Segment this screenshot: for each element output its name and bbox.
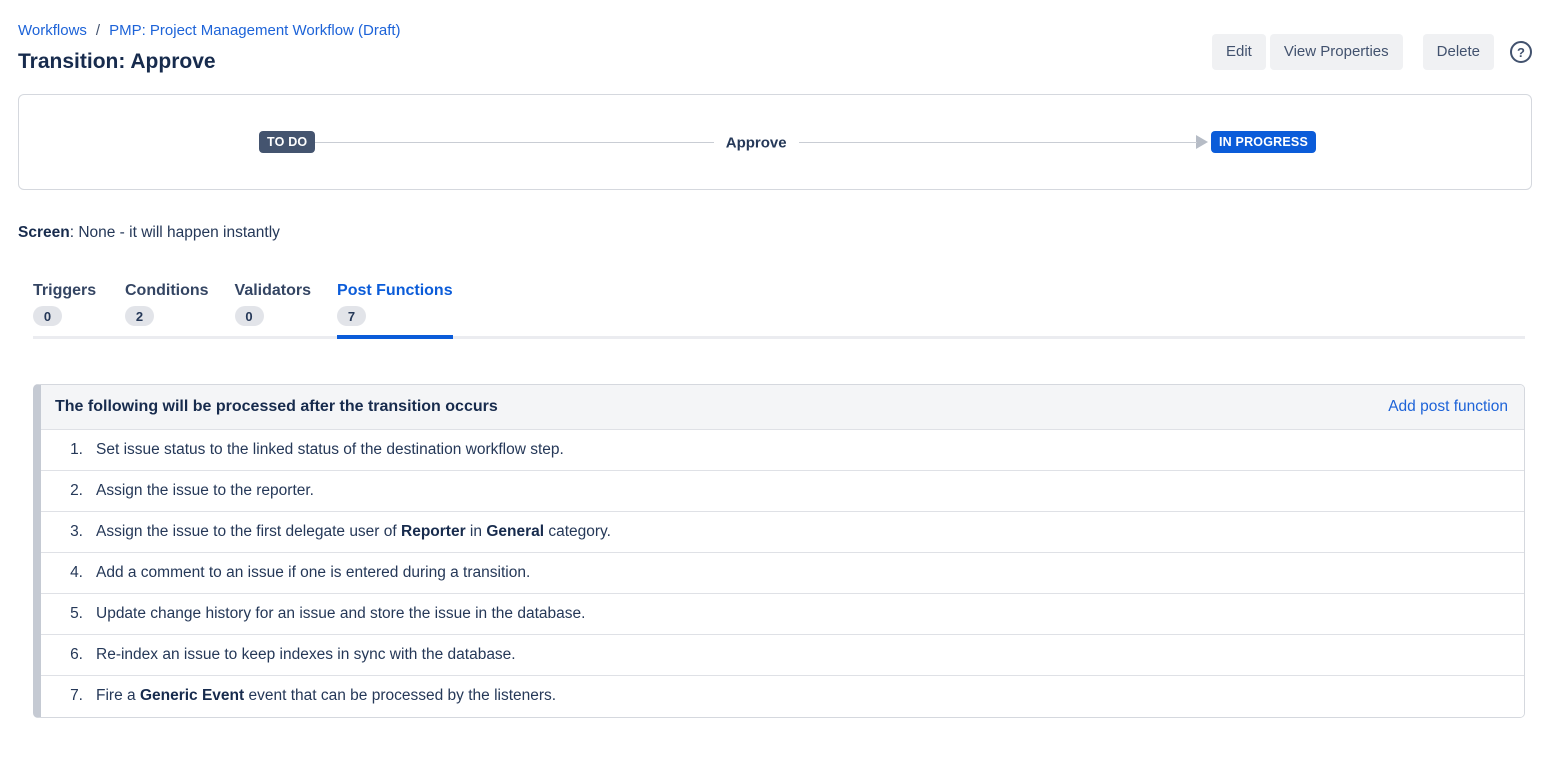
help-icon[interactable]: ?: [1510, 41, 1532, 63]
post-function-number: 2.: [55, 482, 83, 500]
page-title: Transition: Approve: [18, 50, 401, 74]
page-header: Workflows / PMP: Project Management Work…: [18, 0, 1532, 74]
post-functions-panel: The following will be processed after th…: [33, 384, 1525, 718]
post-function-number: 3.: [55, 523, 83, 541]
post-function-row: 2. Assign the issue to the reporter.: [41, 471, 1524, 512]
tab-label: Validators: [235, 282, 311, 300]
toolbar: Edit View Properties Delete ?: [1212, 34, 1532, 70]
add-post-function-link[interactable]: Add post function: [1388, 398, 1508, 416]
post-function-description: Set issue status to the linked status of…: [96, 441, 564, 459]
post-function-number: 7.: [55, 687, 83, 705]
post-function-description: Assign the issue to the reporter.: [96, 482, 314, 500]
edit-button[interactable]: Edit: [1212, 34, 1266, 70]
tab-count-badge: 0: [33, 306, 62, 326]
delete-button[interactable]: Delete: [1423, 34, 1494, 70]
post-function-row: 6. Re-index an issue to keep indexes in s…: [41, 635, 1524, 676]
header-left: Workflows / PMP: Project Management Work…: [18, 22, 401, 74]
screen-info-label: Screen: [18, 224, 70, 241]
post-functions-list: 1. Set issue status to the linked status …: [41, 430, 1524, 717]
tab-label: Triggers: [33, 282, 96, 300]
screen-info: Screen: None - it will happen instantly: [18, 224, 1532, 242]
post-function-number: 1.: [55, 441, 83, 459]
post-function-description: Update change history for an issue and s…: [96, 605, 585, 623]
post-function-row: 7. Fire a Generic Event event that can be…: [41, 676, 1524, 717]
screen-info-value: : None - it will happen instantly: [70, 224, 280, 241]
transition-label: Approve: [714, 134, 799, 151]
tab-conditions[interactable]: Conditions 2: [125, 282, 209, 339]
tabs-container: Triggers 0 Conditions 2 Validators 0 Post Func…: [33, 282, 1525, 339]
post-function-row: 3. Assign the issue to the first delegate…: [41, 512, 1524, 553]
post-function-description: Add a comment to an issue if one is ente…: [96, 564, 530, 582]
post-function-row: 1. Set issue status to the linked status …: [41, 430, 1524, 471]
view-properties-button[interactable]: View Properties: [1270, 34, 1403, 70]
post-function-description: Re-index an issue to keep indexes in syn…: [96, 646, 516, 664]
post-function-row: 5. Update change history for an issue and…: [41, 594, 1524, 635]
breadcrumb-workflow-name-link[interactable]: PMP: Project Management Workflow (Draft): [109, 22, 400, 39]
tabs: Triggers 0 Conditions 2 Validators 0 Post Func…: [33, 282, 1525, 336]
post-function-number: 5.: [55, 605, 83, 623]
panel-title: The following will be processed after th…: [55, 398, 498, 416]
post-function-description: Fire a Generic Event event that can be p…: [96, 687, 556, 705]
post-function-number: 6.: [55, 646, 83, 664]
tab-label: Post Functions: [337, 282, 453, 300]
tab-triggers[interactable]: Triggers 0: [33, 282, 99, 339]
status-lozenge-todo[interactable]: TO DO: [259, 131, 315, 153]
workflow-diagram: TO DO Approve IN PROGRESS: [18, 94, 1532, 190]
post-functions-panel-header: The following will be processed after th…: [41, 385, 1524, 430]
transition-arrow-icon: [1196, 135, 1208, 149]
tab-count-badge: 7: [337, 306, 366, 326]
breadcrumb-workflows-link[interactable]: Workflows: [18, 22, 87, 39]
breadcrumb-separator: /: [96, 22, 100, 39]
tab-count-badge: 2: [125, 306, 154, 326]
tab-count-badge: 0: [235, 306, 264, 326]
status-lozenge-in-progress[interactable]: IN PROGRESS: [1211, 131, 1316, 153]
tab-validators[interactable]: Validators 0: [235, 282, 311, 339]
transition-line: Approve: [315, 142, 1197, 143]
post-function-number: 4.: [55, 564, 83, 582]
page: Workflows / PMP: Project Management Work…: [0, 0, 1550, 718]
tab-post-functions[interactable]: Post Functions 7: [337, 282, 453, 339]
post-function-description: Assign the issue to the first delegate u…: [96, 523, 611, 541]
breadcrumb: Workflows / PMP: Project Management Work…: [18, 22, 401, 39]
post-function-row: 4. Add a comment to an issue if one is en…: [41, 553, 1524, 594]
tab-label: Conditions: [125, 282, 209, 300]
